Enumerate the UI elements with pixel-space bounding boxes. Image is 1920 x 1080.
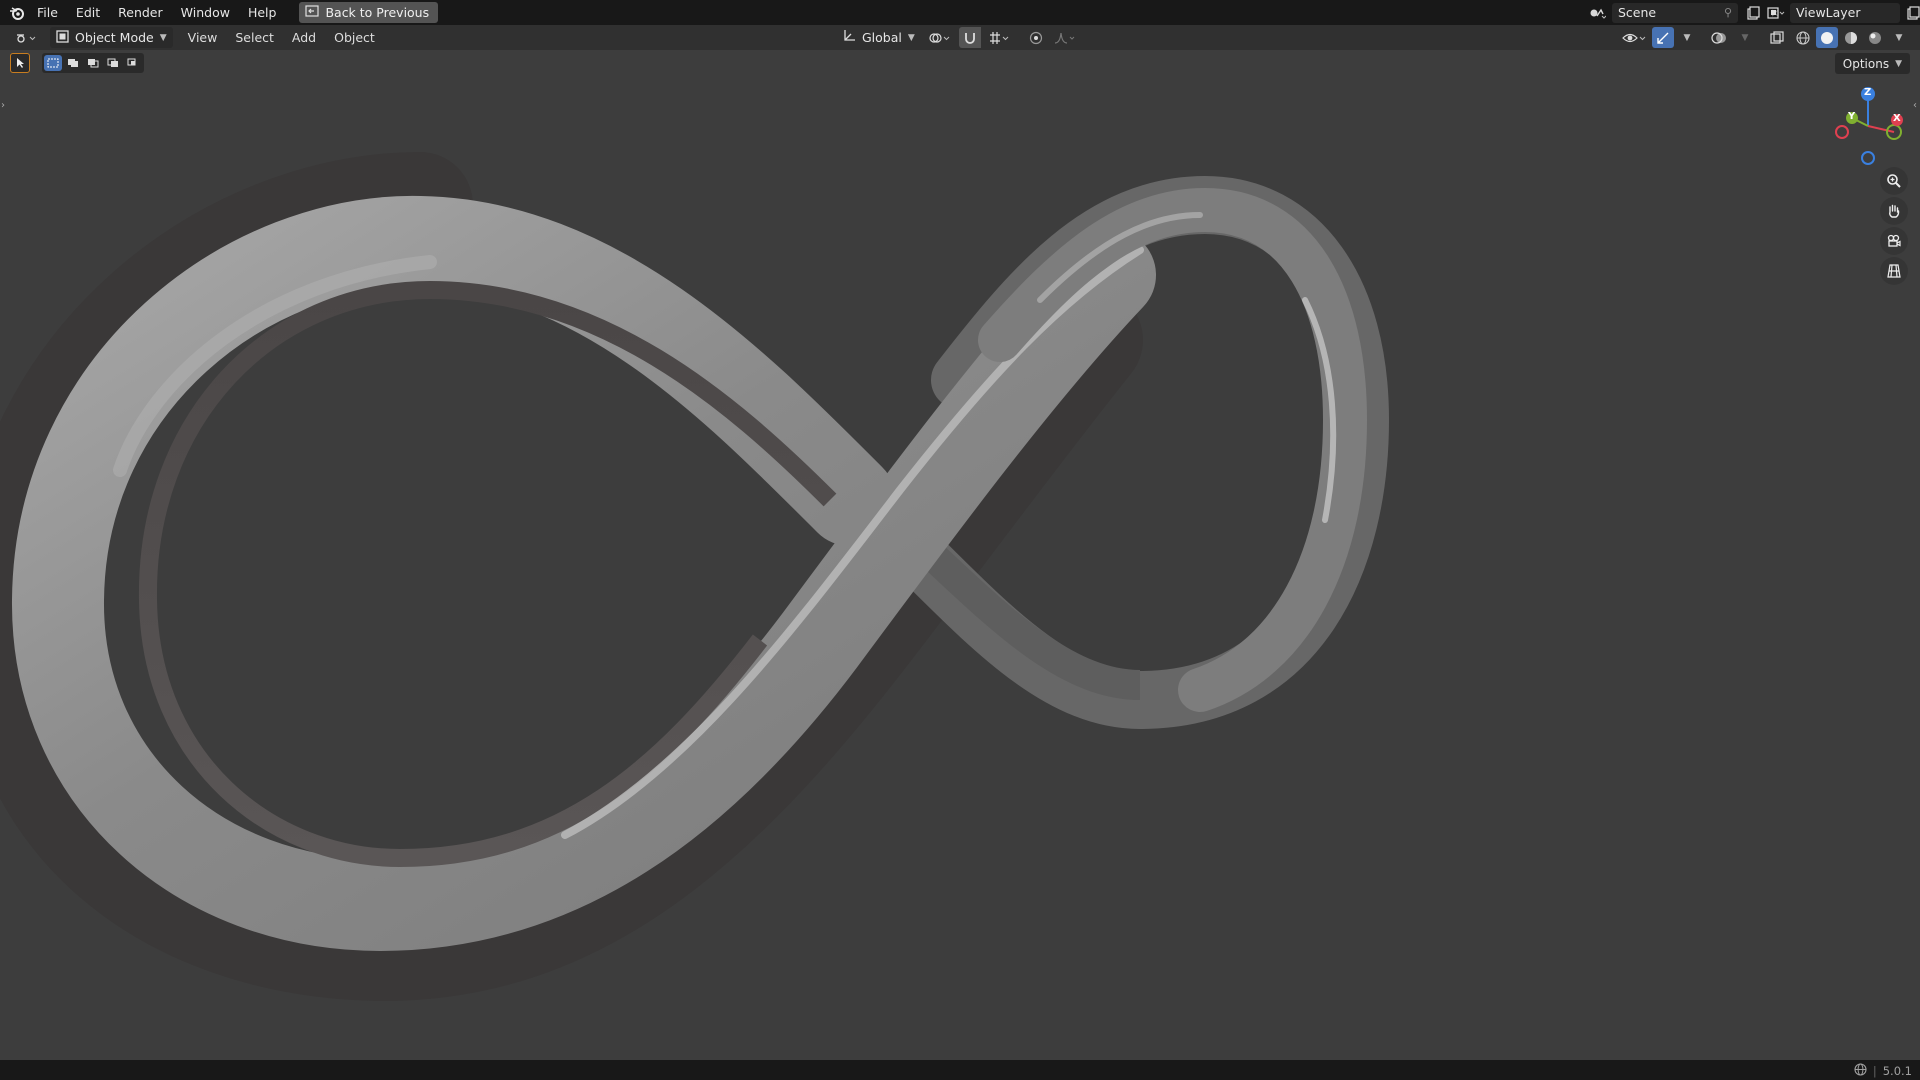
scene-icon <box>1586 2 1608 23</box>
back-icon <box>305 5 320 20</box>
back-button-label: Back to Previous <box>325 5 430 20</box>
gizmo-z-label: Z <box>1864 87 1872 98</box>
snap-target-icon[interactable] <box>985 27 1015 48</box>
zoom-icon[interactable] <box>1880 167 1908 195</box>
version-label: 5.0.1 <box>1882 1064 1912 1078</box>
falloff-icon[interactable] <box>1051 27 1081 48</box>
scene-name[interactable]: Scene <box>1618 5 1656 20</box>
blender-logo-icon[interactable] <box>6 2 28 23</box>
orientation-label: Global <box>862 30 902 45</box>
mode-dropdown[interactable]: Object Mode ▼ <box>50 27 173 48</box>
menu-add[interactable]: Add <box>283 30 325 45</box>
select-invert-icon[interactable] <box>104 55 122 71</box>
overlay-options-chevron-icon[interactable]: ▼ <box>1734 27 1756 48</box>
pan-hand-icon[interactable] <box>1880 197 1908 225</box>
gizmo-y-label: Y <box>1848 111 1856 122</box>
pivot-icon[interactable] <box>925 27 955 48</box>
xray-icon[interactable] <box>1764 27 1790 48</box>
orientation-dropdown[interactable]: Global ▼ <box>836 27 921 48</box>
top-bar: File Edit Render Window Help Back to Pre… <box>0 0 1920 25</box>
viewport-header: Object Mode ▼ View Select Add Object Glo… <box>0 25 1920 50</box>
snap-icon[interactable] <box>958 27 981 48</box>
select-box-icon[interactable] <box>44 55 62 71</box>
chevron-down-icon: ▼ <box>159 32 167 43</box>
mode-label: Object Mode <box>75 30 154 45</box>
new-scene-icon[interactable] <box>1742 2 1764 23</box>
gizmo-x-label: X <box>1893 113 1901 124</box>
select-tool-icon[interactable] <box>10 53 30 73</box>
menu-edit[interactable]: Edit <box>67 0 109 25</box>
select-extend-icon[interactable] <box>64 55 82 71</box>
overlay-icon[interactable] <box>1706 27 1732 48</box>
rendered-shading-icon[interactable] <box>1864 27 1886 48</box>
viewlayer-name[interactable]: ViewLayer <box>1796 5 1861 20</box>
menu-window[interactable]: Window <box>172 0 239 25</box>
infinity-mesh[interactable] <box>0 50 1920 1060</box>
menu-help[interactable]: Help <box>239 0 286 25</box>
chevron-down-icon: ▼ <box>907 32 915 43</box>
gizmo-options-chevron-icon[interactable]: ▼ <box>1676 27 1698 48</box>
toolbar-toggle-chevron-icon[interactable]: › <box>1 100 5 111</box>
select-intersect-icon[interactable] <box>124 55 142 71</box>
shading-options-chevron-icon[interactable]: ▼ <box>1888 27 1910 48</box>
new-viewlayer-icon[interactable] <box>1902 2 1920 23</box>
menu-select[interactable]: Select <box>226 30 283 45</box>
visibility-icon[interactable] <box>1620 27 1650 48</box>
viewlayer-icon <box>1766 2 1788 23</box>
proportional-icon[interactable] <box>1025 27 1047 48</box>
back-to-previous-button[interactable]: Back to Previous <box>299 2 439 23</box>
editor-type-icon[interactable] <box>12 27 42 48</box>
ortho-grid-icon[interactable] <box>1880 257 1908 285</box>
orientation-icon <box>842 29 856 46</box>
object-mode-icon <box>56 29 69 46</box>
version-info: | 5.0.1 <box>1854 1063 1912 1079</box>
gizmo-icon[interactable] <box>1652 27 1674 48</box>
3d-viewport[interactable]: Z X Y <box>0 50 1920 1060</box>
menu-object[interactable]: Object <box>325 30 384 45</box>
navigation-gizmo[interactable]: Z X Y <box>1826 86 1906 166</box>
menu-file[interactable]: File <box>28 0 67 25</box>
solid-shading-icon[interactable] <box>1816 27 1838 48</box>
wireframe-shading-icon[interactable] <box>1792 27 1814 48</box>
select-subtract-icon[interactable] <box>84 55 102 71</box>
menu-view[interactable]: View <box>179 30 227 45</box>
material-shading-icon[interactable] <box>1840 27 1862 48</box>
separator: | <box>1872 1064 1877 1078</box>
camera-icon[interactable] <box>1880 227 1908 255</box>
viewlayer-selector[interactable]: ViewLayer × <box>1766 2 1920 23</box>
sidebar-toggle-chevron-icon[interactable]: ‹ <box>1913 100 1917 111</box>
pin-icon[interactable]: ⚲ <box>1724 6 1732 19</box>
options-dropdown[interactable]: Options ▼ <box>1834 53 1910 74</box>
menu-render[interactable]: Render <box>109 0 172 25</box>
chevron-down-icon: ▼ <box>1895 58 1902 69</box>
globe-icon <box>1854 1063 1867 1079</box>
status-bar <box>0 1060 1920 1080</box>
scene-selector[interactable]: Scene ⚲ × <box>1586 2 1786 23</box>
options-label: Options <box>1842 56 1890 71</box>
tool-settings-row <box>10 53 144 73</box>
